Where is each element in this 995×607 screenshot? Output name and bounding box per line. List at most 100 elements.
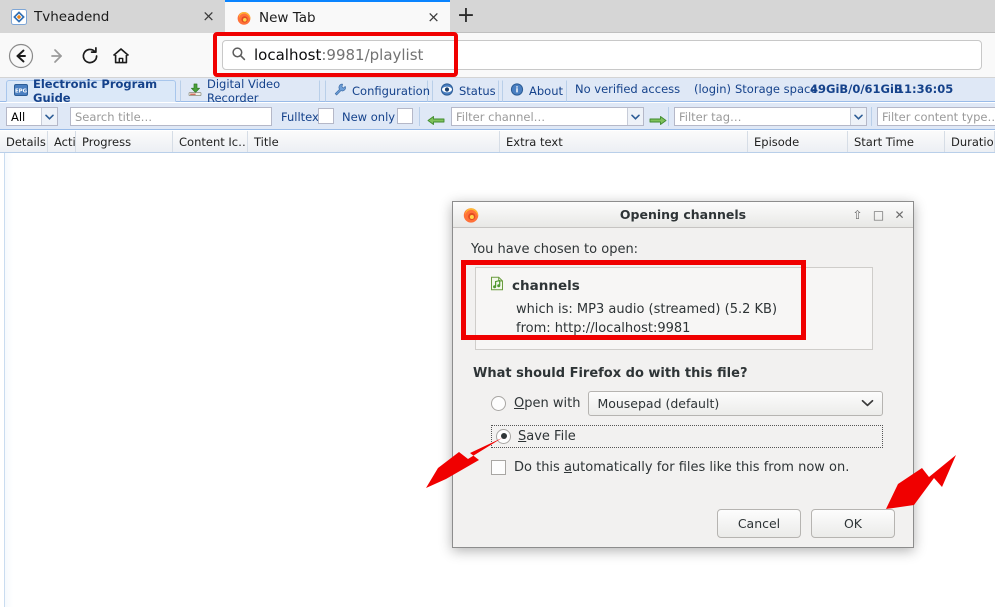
open-with-label: Open with (514, 396, 580, 411)
url-bar[interactable]: localhost:9981/playlist (222, 40, 982, 70)
file-type-label: which is: (516, 302, 573, 317)
tab-label: About (529, 84, 564, 98)
save-file-label: Save File (518, 429, 576, 444)
close-icon[interactable]: × (200, 8, 217, 25)
dialog-intro-text: You have chosen to open: (471, 242, 639, 257)
reload-button[interactable] (75, 41, 105, 71)
tab-about[interactable]: About (502, 80, 567, 102)
file-name-row: channels (490, 276, 862, 295)
tab-digital-video-recorder[interactable]: Digital Video Recorder (180, 77, 320, 105)
login-link[interactable]: (login) (694, 82, 731, 96)
open-with-application-value: Mousepad (default) (597, 395, 720, 411)
dialog-titlebar[interactable]: Opening channels ⇧ □ ✕ (453, 202, 913, 228)
forward-button[interactable] (43, 41, 73, 71)
column-header-content-icon[interactable]: Content Ic… (173, 131, 248, 152)
column-header-title[interactable]: Title (248, 131, 500, 152)
browser-tab-title: New Tab (259, 9, 316, 26)
column-header-details[interactable]: Details (0, 131, 48, 152)
open-with-row[interactable]: Open with Mousepad (default) (491, 390, 895, 416)
tvheadend-tabbar: EPG Electronic Program Guide Digital Vid… (0, 77, 995, 105)
file-info-panel: channels which is: MP3 audio (streamed) … (475, 267, 873, 350)
column-header-action[interactable]: Acti (48, 131, 76, 152)
tvheadend-icon (11, 8, 27, 25)
tab-configuration[interactable]: Configuration (325, 80, 430, 102)
back-button[interactable] (6, 41, 36, 71)
new-tab-button[interactable]: + (453, 4, 479, 30)
close-button[interactable]: ✕ (889, 205, 910, 225)
dialog-question: What should Firefox do with this file? (473, 365, 748, 381)
status-eye-icon (440, 83, 454, 99)
wrench-icon (333, 83, 347, 99)
tab-label: Electronic Program Guide (33, 77, 158, 105)
chevron-down-icon[interactable] (627, 108, 643, 125)
arrow-right-green-icon[interactable] (649, 111, 667, 130)
dvr-icon (188, 83, 202, 99)
fulltext-checkbox[interactable] (318, 108, 334, 124)
file-origin-value: http://localhost:9981 (554, 320, 691, 336)
file-origin-row: from: http://localhost:9981 (490, 320, 862, 339)
firefox-icon (236, 10, 252, 26)
home-button[interactable] (106, 41, 136, 71)
filter-channel-select[interactable]: Filter channel… (451, 107, 644, 126)
shade-button[interactable]: ⇧ (847, 205, 868, 225)
clock: 11:36:05 (896, 82, 954, 96)
browser-tab-title: Tvheadend (34, 8, 110, 25)
browser-tab-newtab[interactable]: New Tab × (225, 0, 450, 33)
do-automatically-post: utomatically for files like this from no… (571, 459, 850, 475)
column-header-episode[interactable]: Episode (748, 131, 848, 152)
url-text: localhost:9981/playlist (254, 46, 423, 64)
tab-status[interactable]: Status (432, 80, 499, 102)
scope-select-value: All (11, 109, 26, 124)
new-only-label: New only (342, 110, 396, 124)
info-icon (510, 83, 524, 99)
arrow-left-green-icon[interactable] (427, 111, 445, 130)
filter-tag-value: Filter tag… (679, 109, 742, 124)
dialog-title: Opening channels (619, 207, 747, 222)
music-file-icon (490, 276, 504, 295)
file-origin-label: from: (516, 320, 551, 336)
tab-label: Status (459, 84, 496, 98)
dialog-footer: Cancel OK (453, 499, 913, 547)
browser-tabstrip: Tvheadend × New Tab × + (0, 0, 995, 33)
browser-tab-tvheadend[interactable]: Tvheadend × (0, 0, 225, 33)
chevron-down-icon[interactable] (850, 108, 866, 125)
screen-root: Tvheadend × New Tab × + localhost:9981/p… (0, 0, 995, 607)
new-only-checkbox[interactable] (397, 108, 413, 124)
filter-channel-value: Filter channel… (456, 109, 546, 124)
save-file-row[interactable]: Save File (491, 424, 883, 448)
dialog-body: You have chosen to open: channels which … (453, 228, 913, 475)
open-with-application-select[interactable]: Mousepad (default) (588, 390, 883, 416)
tab-electronic-program-guide[interactable]: EPG Electronic Program Guide (6, 77, 176, 105)
url-path: :9981/playlist (321, 46, 424, 64)
storage-space-value: 49GiB/0/61GiB (810, 82, 903, 96)
search-icon (231, 46, 246, 65)
file-type-value: MP3 audio (streamed) (5.2 KB) (576, 302, 778, 317)
filter-tag-select[interactable]: Filter tag… (674, 107, 867, 126)
do-automatically-checkbox[interactable] (491, 459, 506, 475)
chevron-down-icon[interactable] (41, 108, 57, 125)
do-automatically-row[interactable]: Do this automatically for files like thi… (491, 459, 895, 475)
close-icon[interactable]: × (425, 9, 442, 26)
search-title-input[interactable]: Search title… (70, 107, 272, 126)
ok-button[interactable]: OK (811, 508, 895, 538)
save-file-radio[interactable] (496, 428, 511, 444)
file-type-row: which is: MP3 audio (streamed) (5.2 KB) (490, 301, 862, 320)
filter-content-type-input[interactable]: Filter content type… (877, 107, 995, 126)
tvheadend-filter-toolbar: All Search title… Fulltext New only Filt… (0, 103, 995, 130)
tab-label: Digital Video Recorder (207, 77, 281, 105)
access-status: No verified access (575, 82, 681, 96)
save-file-label-rest: ave File (526, 428, 576, 444)
column-header-progress[interactable]: Progress (76, 131, 173, 152)
column-header-extra-text[interactable]: Extra text (500, 131, 748, 152)
svg-text:EPG: EPG (15, 88, 28, 94)
scope-select[interactable]: All (6, 107, 58, 126)
epg-icon: EPG (14, 83, 28, 99)
column-header-duration[interactable]: Duration (945, 131, 995, 152)
url-host: localhost (254, 46, 322, 64)
open-with-radio[interactable] (491, 395, 506, 411)
cancel-button[interactable]: Cancel (717, 508, 801, 538)
column-header-start-time[interactable]: Start Time (848, 131, 945, 152)
dialog-window-controls: ⇧ □ ✕ (847, 205, 910, 225)
firefox-icon (462, 206, 480, 224)
maximize-button[interactable]: □ (868, 205, 889, 225)
